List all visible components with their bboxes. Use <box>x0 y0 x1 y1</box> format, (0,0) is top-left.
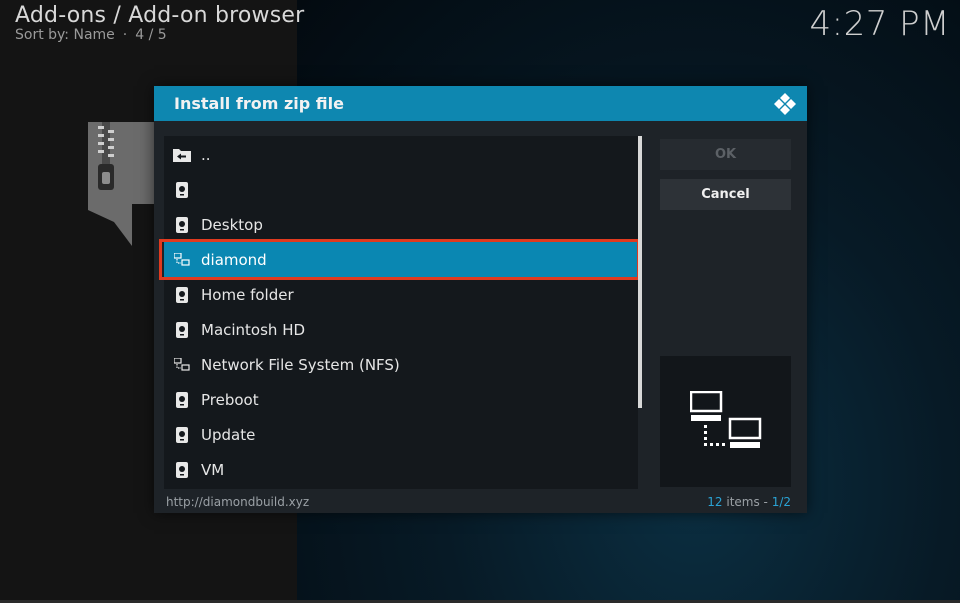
source-list: .. Desktop diamond Home folder Macintosh… <box>159 136 640 489</box>
list-item-label: Preboot <box>201 390 259 409</box>
separator-dot: · <box>122 27 128 43</box>
list-item-label: Network File System (NFS) <box>201 355 400 374</box>
selected-item-preview <box>660 356 791 487</box>
drive-icon <box>172 390 192 410</box>
current-path: http://diamondbuild.xyz <box>166 495 310 509</box>
back-folder-icon <box>172 145 192 165</box>
list-item-nfs[interactable]: Network File System (NFS) <box>164 347 638 382</box>
list-item-label: Update <box>201 425 256 444</box>
list-item-diamond[interactable]: diamond <box>159 239 640 280</box>
ok-button[interactable]: OK <box>660 139 791 170</box>
list-item-label: Desktop <box>201 215 263 234</box>
clock: 4:27 PM <box>809 4 950 44</box>
page-position: 4 / 5 <box>135 27 167 43</box>
sort-label: Sort by: Name <box>15 27 115 43</box>
list-item-desktop[interactable]: Desktop <box>164 207 638 242</box>
page-indicator: 1/2 <box>771 495 791 509</box>
list-item-label: Macintosh HD <box>201 320 306 339</box>
kodi-logo-icon <box>774 93 796 115</box>
item-count: 12 items - 1/2 <box>707 495 791 509</box>
cancel-button[interactable]: Cancel <box>660 179 791 210</box>
item-count-number: 12 <box>707 495 723 509</box>
list-item-label: Home folder <box>201 285 294 304</box>
drive-icon <box>172 425 192 445</box>
dialog-header: Install from zip file <box>154 86 807 121</box>
drive-icon <box>172 460 192 480</box>
list-scrollbar[interactable] <box>638 136 642 408</box>
list-item-macintosh-hd[interactable]: Macintosh HD <box>164 312 638 347</box>
breadcrumb-title: Add-ons / Add-on browser <box>15 3 305 28</box>
drive-icon <box>172 215 192 235</box>
list-item-drive[interactable] <box>164 172 638 207</box>
list-item-vm[interactable]: VM <box>164 452 638 487</box>
network-icon <box>172 355 192 375</box>
install-from-zip-dialog: Install from zip file .. Desktop diamond… <box>154 86 807 513</box>
dialog-title: Install from zip file <box>174 94 344 113</box>
list-item-update[interactable]: Update <box>164 417 638 452</box>
sort-info: Sort by: Name · 4 / 5 <box>15 27 167 43</box>
list-item-label: diamond <box>201 250 267 269</box>
list-item-home-folder[interactable]: Home folder <box>164 277 638 312</box>
drive-icon <box>172 320 192 340</box>
drive-icon <box>172 180 192 200</box>
list-item-label: .. <box>201 145 211 164</box>
drive-icon <box>172 285 192 305</box>
list-item-label: VM <box>201 460 225 479</box>
zip-file-icon <box>88 122 156 246</box>
list-item-preboot[interactable]: Preboot <box>164 382 638 417</box>
list-item-parent[interactable]: .. <box>164 137 638 172</box>
network-computers-icon <box>689 390 761 448</box>
network-icon <box>172 250 192 270</box>
item-count-suffix: items - <box>722 495 772 509</box>
